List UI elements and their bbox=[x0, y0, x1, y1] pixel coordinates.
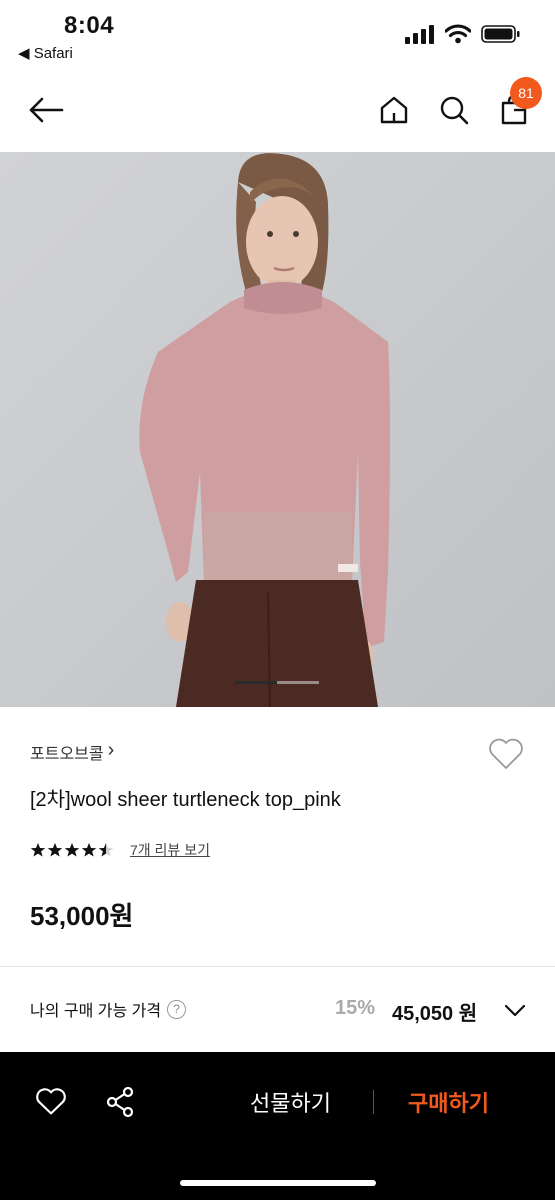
product-title: [2차]wool sheer turtleneck top_pink bbox=[30, 789, 341, 811]
search-icon bbox=[440, 96, 469, 125]
status-time: 8:04 bbox=[64, 12, 115, 39]
chevron-down-icon[interactable] bbox=[502, 997, 528, 1023]
share-button[interactable] bbox=[100, 1082, 140, 1122]
brand-chevron-icon: › bbox=[107, 739, 115, 761]
review-link[interactable]: 7개 리뷰 보기 bbox=[130, 840, 210, 860]
my-price-label-group: 나의 구매 가능 가격 ? bbox=[30, 997, 187, 1021]
app-header bbox=[0, 72, 555, 152]
gift-button[interactable]: 선물하기 bbox=[250, 1086, 331, 1118]
button-separator bbox=[373, 1090, 374, 1114]
star-icon bbox=[98, 843, 114, 857]
my-price-row[interactable]: 나의 구매 가능 가격 ? 15% 45,050 원 bbox=[0, 967, 555, 1052]
discounted-price: 45,050 원 bbox=[392, 1003, 478, 1025]
discount-rate: 15% bbox=[335, 997, 376, 1019]
brand-name: 포트오브콜 bbox=[30, 746, 104, 763]
star-icon bbox=[81, 843, 97, 857]
back-to-safari-link[interactable]: ◀ Safari bbox=[18, 44, 73, 62]
product-price: 53,000원 bbox=[30, 901, 134, 931]
wifi-icon bbox=[445, 24, 471, 44]
bottom-wishlist-button[interactable] bbox=[31, 1082, 71, 1122]
buy-button[interactable]: 구매하기 bbox=[408, 1086, 489, 1118]
heart-icon bbox=[36, 1088, 66, 1115]
carousel-indicator[interactable] bbox=[235, 681, 319, 684]
home-button[interactable] bbox=[374, 90, 414, 130]
my-price-label: 나의 구매 가능 가격 bbox=[30, 1003, 162, 1020]
bottom-action-bar: 선물하기 구매하기 bbox=[0, 1052, 555, 1200]
cellular-signal-icon bbox=[405, 25, 434, 44]
star-icon bbox=[30, 843, 46, 857]
home-icon bbox=[380, 96, 408, 124]
search-button[interactable] bbox=[434, 90, 474, 130]
heart-icon bbox=[489, 738, 523, 769]
brand-link[interactable]: 포트오브콜 › bbox=[30, 739, 115, 764]
share-icon bbox=[106, 1086, 134, 1118]
rating-row: 7개 리뷰 보기 bbox=[30, 840, 210, 860]
question-circle-icon[interactable]: ? bbox=[167, 999, 187, 1019]
product-photo bbox=[0, 152, 555, 707]
star-rating bbox=[30, 842, 114, 858]
status-bar: 8:04 ◀ Safari bbox=[0, 0, 555, 72]
status-icons bbox=[405, 24, 521, 44]
star-icon bbox=[64, 843, 80, 857]
back-button[interactable] bbox=[26, 90, 66, 130]
back-arrow-icon bbox=[29, 97, 64, 123]
product-image[interactable] bbox=[0, 152, 555, 707]
battery-icon bbox=[481, 25, 520, 43]
star-icon bbox=[47, 843, 63, 857]
cart-count-badge: 81 bbox=[510, 77, 542, 109]
carousel-dot-1[interactable] bbox=[235, 681, 277, 684]
home-indicator[interactable] bbox=[180, 1180, 376, 1186]
wishlist-button[interactable] bbox=[486, 734, 526, 774]
carousel-dot-2[interactable] bbox=[277, 681, 319, 684]
